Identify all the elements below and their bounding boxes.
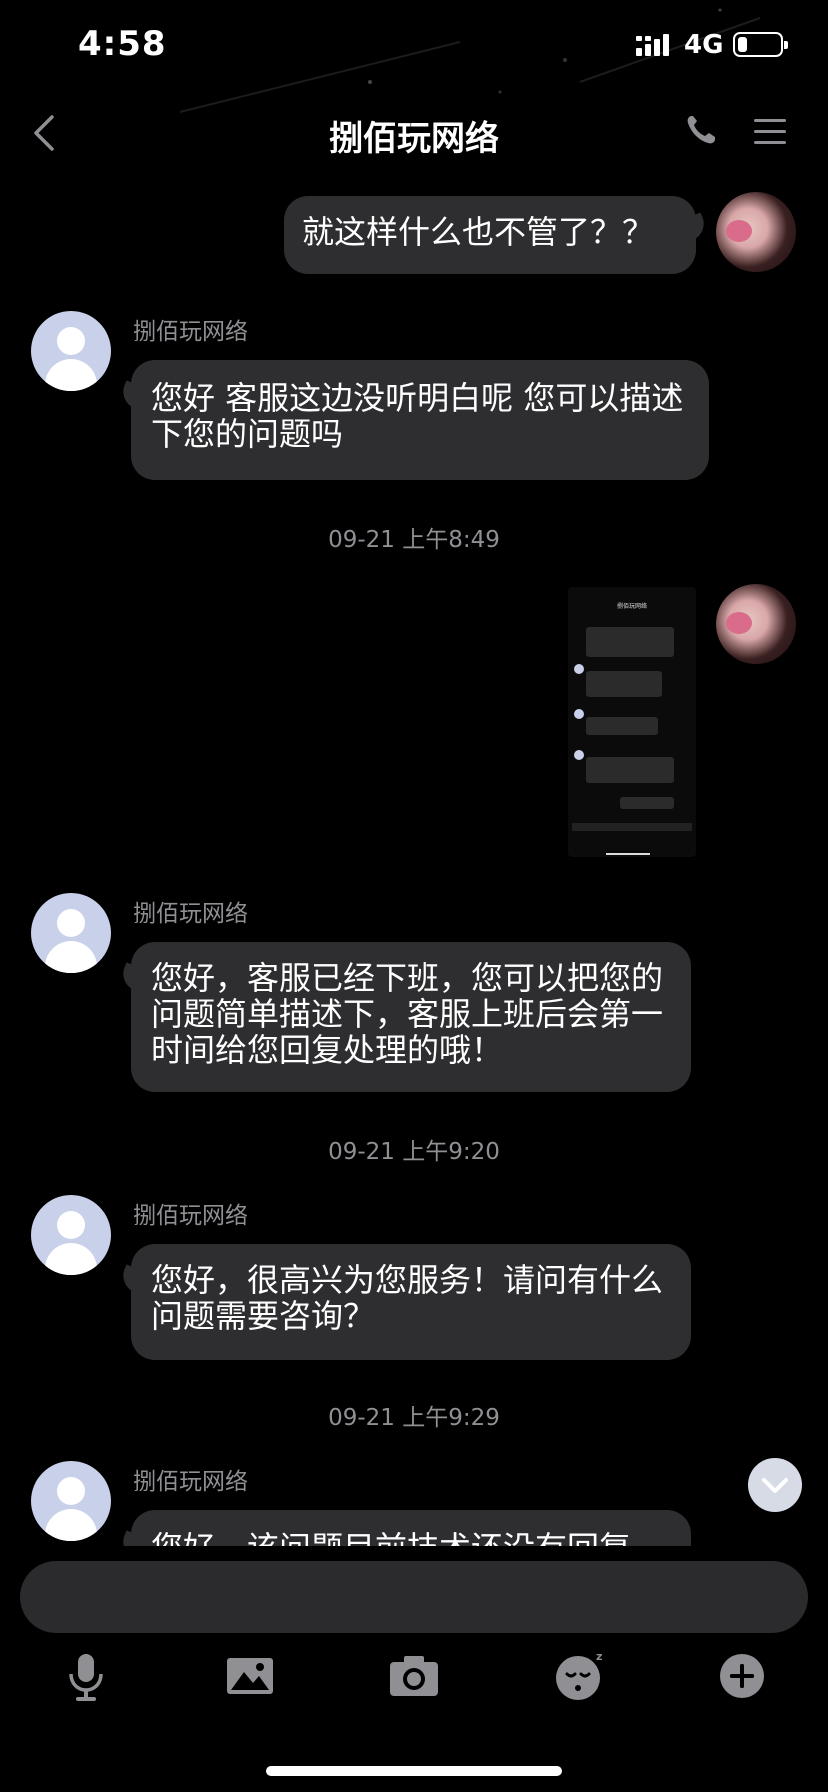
message-bubble-incoming[interactable]: 您好 客服这边没听明白呢 您可以描述下您的问题吗	[131, 360, 709, 480]
sender-name: 捌佰玩网络	[133, 901, 248, 927]
camera-icon[interactable]	[386, 1648, 442, 1704]
home-indicator	[266, 1766, 562, 1776]
avatar[interactable]	[716, 584, 796, 664]
message-text: 就这样什么也不管了？？	[302, 213, 655, 251]
svg-text:z: z	[596, 1650, 602, 1663]
scroll-to-bottom-button[interactable]	[748, 1458, 802, 1512]
sender-name: 捌佰玩网络	[133, 319, 248, 345]
message-list[interactable]: 就这样什么也不管了？？ 捌佰玩网络 您好 客服这边没听明白呢 您可以描述下您的问…	[0, 0, 828, 1546]
emoji-icon[interactable]: z	[552, 1648, 608, 1704]
sender-name: 捌佰玩网络	[133, 1203, 248, 1229]
timestamp: 09-21 上午8:49	[328, 527, 500, 553]
message-text: 您好，客服已经下班，您可以把您的问题简单描述下，客服上班后会第一时间给您回复处理…	[151, 959, 664, 1069]
thumbnail-title: 捌佰玩网络	[616, 603, 647, 610]
avatar[interactable]	[31, 1195, 111, 1275]
input-toolbar: z	[0, 1648, 828, 1708]
message-input[interactable]	[20, 1561, 808, 1633]
plus-icon[interactable]	[714, 1648, 770, 1704]
timestamp: 09-21 上午9:20	[328, 1139, 500, 1165]
screenshot-thumbnail[interactable]: 捌佰玩网络	[568, 587, 696, 857]
microphone-icon[interactable]	[58, 1648, 114, 1704]
avatar[interactable]	[31, 1461, 111, 1541]
avatar[interactable]	[31, 893, 111, 973]
sender-name: 捌佰玩网络	[133, 1469, 248, 1495]
message-bubble-incoming[interactable]: 您好，客服已经下班，您可以把您的问题简单描述下，客服上班后会第一时间给您回复处理…	[131, 942, 691, 1092]
chevron-down-icon	[762, 1478, 788, 1493]
message-bubble-incoming[interactable]: 您好，很高兴为您服务！请问有什么问题需要咨询？	[131, 1244, 691, 1360]
timestamp: 09-21 上午9:29	[328, 1405, 500, 1431]
image-icon[interactable]	[222, 1648, 278, 1704]
avatar[interactable]	[31, 311, 111, 391]
message-text: 您好 客服这边没听明白呢 您可以描述下您的问题吗	[151, 379, 684, 453]
message-text: 您好，很高兴为您服务！请问有什么问题需要咨询？	[151, 1261, 664, 1335]
message-text: 您好，该问题目前技术还没有回复	[151, 1529, 631, 1546]
message-bubble-incoming[interactable]: 您好，该问题目前技术还没有回复	[131, 1510, 691, 1546]
message-bubble-outgoing[interactable]: 就这样什么也不管了？？	[284, 196, 696, 274]
avatar[interactable]	[716, 192, 796, 272]
